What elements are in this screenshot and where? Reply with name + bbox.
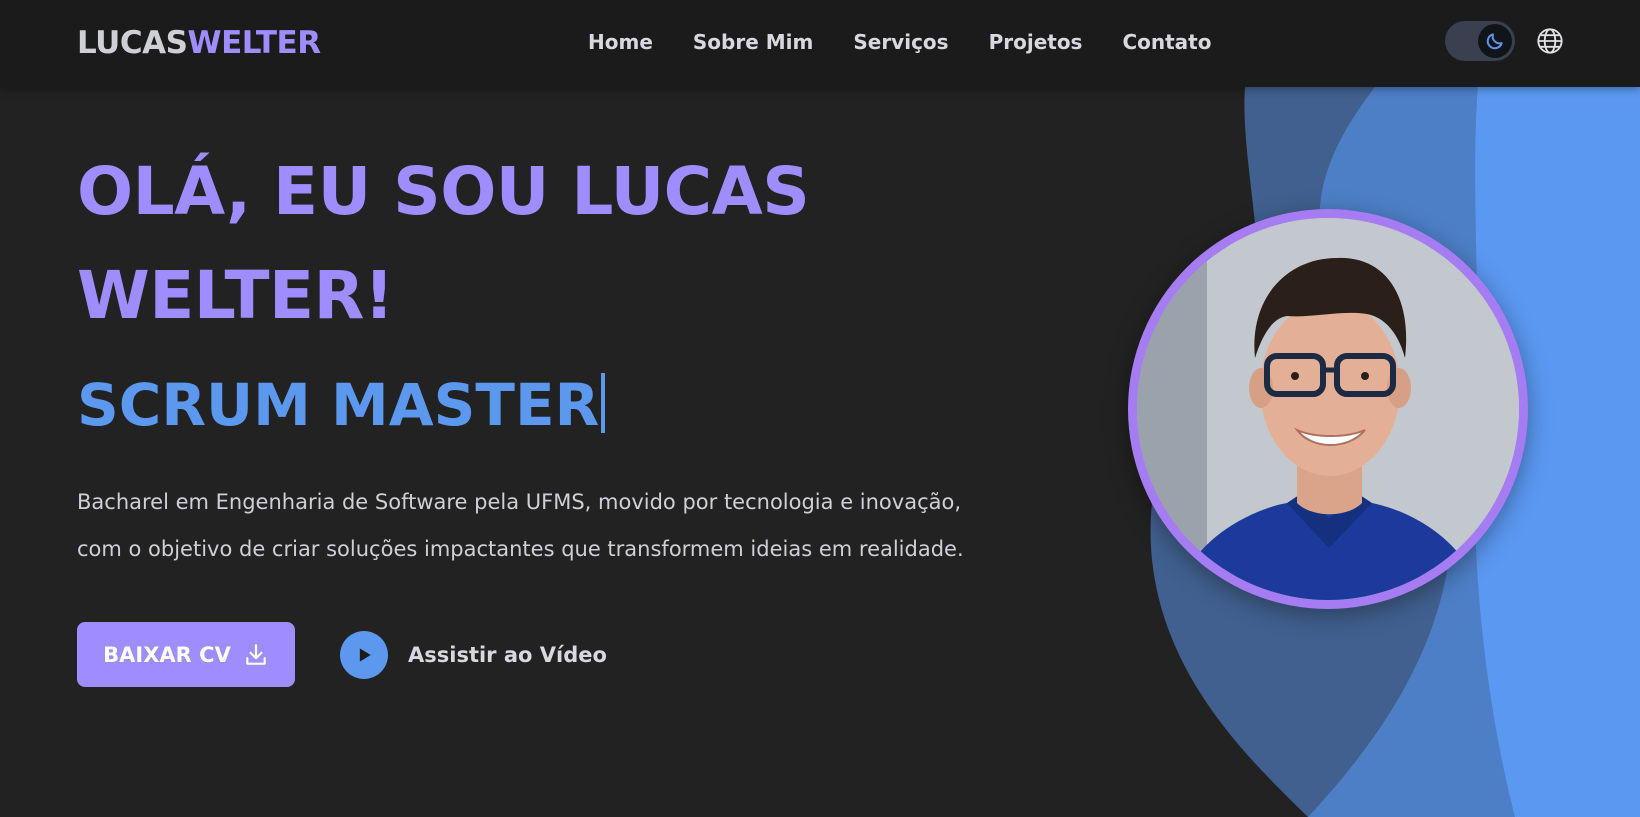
hero-description: Bacharel em Engenharia de Software pela …: [77, 490, 964, 561]
download-cv-label: BAIXAR CV: [103, 642, 231, 667]
watch-video-button[interactable]: Assistir ao Vídeo: [340, 631, 607, 679]
moon-icon: [1486, 33, 1503, 50]
download-cv-button[interactable]: BAIXAR CV: [77, 622, 295, 687]
globe-icon[interactable]: [1536, 27, 1564, 55]
hero-title: OLÁ, EU SOU LUCAS WELTER!: [77, 153, 810, 334]
nav-item-servicos[interactable]: Serviços: [853, 28, 948, 56]
nav-links: Home Sobre Mim Serviços Projetos Contato: [588, 28, 1211, 56]
hero-role: SCRUM MASTER: [77, 365, 606, 445]
hero-role-text: SCRUM MASTER: [77, 371, 600, 439]
download-icon: [246, 643, 266, 665]
navbar: LUCASWELTER Home Sobre Mim Serviços Proj…: [0, 0, 1640, 87]
profile-photo: [1137, 218, 1519, 600]
nav-item-projetos[interactable]: Projetos: [989, 28, 1083, 56]
profile-photo-frame: [1128, 209, 1528, 609]
theme-toggle[interactable]: [1445, 21, 1515, 61]
watch-video-label: Assistir ao Vídeo: [408, 643, 607, 667]
play-button[interactable]: [340, 631, 388, 679]
play-icon: [359, 648, 371, 662]
typing-cursor: [601, 373, 606, 433]
page: LUCASWELTER Home Sobre Mim Serviços Proj…: [0, 0, 1640, 817]
brand-first: LUCAS: [77, 25, 188, 61]
profile-photo-illustration: [1137, 218, 1519, 600]
nav-item-home[interactable]: Home: [588, 28, 653, 56]
brand-logo[interactable]: LUCASWELTER: [77, 24, 321, 62]
nav-item-sobre-mim[interactable]: Sobre Mim: [693, 28, 813, 56]
nav-item-contato[interactable]: Contato: [1122, 28, 1211, 56]
brand-second: WELTER: [187, 25, 321, 61]
theme-toggle-knob: [1478, 24, 1512, 58]
